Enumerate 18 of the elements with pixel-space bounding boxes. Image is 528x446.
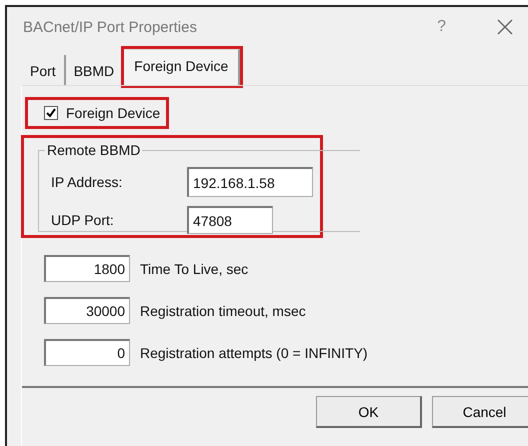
dialog-button[interactable]: Cancel — [432, 396, 528, 428]
number-field[interactable]: 1800 — [44, 255, 130, 282]
field-label: IP Address: — [51, 174, 124, 190]
input-field[interactable]: 192.168.1.58 — [187, 167, 313, 197]
field-label: Registration attempts (0 = INFINITY) — [140, 344, 368, 360]
field-label: Registration timeout, msec — [140, 302, 306, 318]
field-label: Time To Live, sec — [140, 260, 248, 276]
number-field[interactable]: 0 — [44, 339, 130, 366]
number-field[interactable]: 30000 — [44, 297, 130, 324]
group-title: Remote BBMD — [45, 142, 142, 158]
close-icon[interactable] — [496, 18, 514, 36]
field-label: UDP Port: — [51, 212, 115, 228]
tab[interactable]: Foreign Device — [124, 49, 240, 85]
input-field[interactable]: 47808 — [187, 206, 273, 234]
checkbox[interactable] — [44, 106, 58, 120]
window-title: BACnet/IP Port Properties — [23, 18, 198, 36]
checkbox-label[interactable]: Foreign Device — [66, 105, 160, 121]
dialog-button[interactable]: OK — [316, 396, 422, 428]
